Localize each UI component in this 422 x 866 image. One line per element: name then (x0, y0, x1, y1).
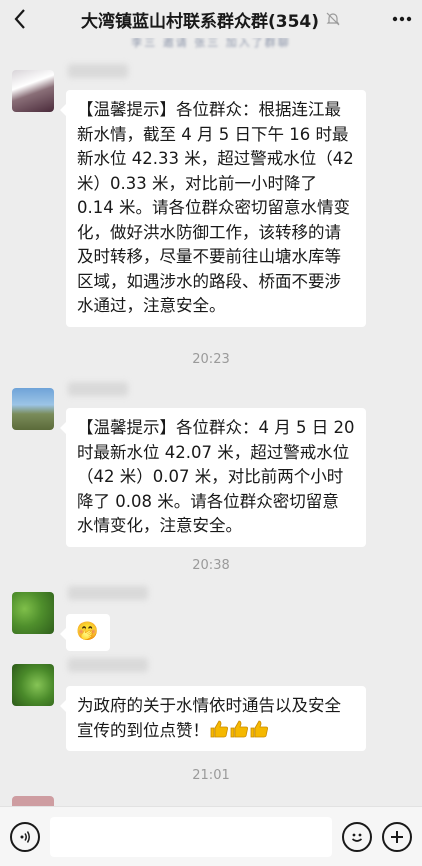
input-bar (0, 806, 422, 866)
chevron-left-icon (14, 9, 25, 29)
sender-name (68, 382, 128, 396)
ellipsis-icon (392, 16, 412, 22)
voice-icon (20, 830, 30, 843)
emoji-icon (351, 833, 363, 842)
sender-name (68, 64, 128, 78)
sender-name (68, 586, 148, 600)
message-input[interactable] (50, 816, 332, 857)
voice-button[interactable] (10, 821, 40, 852)
avatar[interactable] (12, 592, 54, 634)
bell-off-icon (326, 12, 340, 26)
avatar[interactable] (12, 388, 54, 430)
plus-icon (391, 830, 403, 843)
avatar[interactable] (12, 70, 54, 112)
message-bubble[interactable]: 为政府的关于水情依时通告以及安全宣传的到位点赞！ (60, 686, 366, 751)
chat-title-wrap: 大湾镇蓝山村联系群众群(354) (40, 7, 382, 32)
emoji-button[interactable] (342, 821, 372, 852)
message-bubble[interactable]: 【温馨提示】各位群众：根据连江最新水情，截至 4 月 5 日下午 16 时最新水… (60, 90, 366, 327)
back-button[interactable] (0, 0, 40, 38)
timestamp: 20:23 (192, 352, 230, 367)
timestamp: 20:38 (192, 558, 230, 573)
thumbs-up-icon (209, 720, 269, 740)
sender-name (68, 658, 148, 672)
chat-header: 大湾镇蓝山村联系群众群(354) (0, 0, 422, 38)
timestamp: 21:01 (192, 768, 230, 783)
chat-title: 大湾镇蓝山村联系群众群(354) (80, 11, 320, 32)
emoji-bubble[interactable]: 🤭 (60, 614, 110, 651)
avatar[interactable] (12, 664, 54, 706)
message-bubble[interactable]: 【温馨提示】各位群众：4 月 5 日 20 时最新水位 42.07 米，超过警戒… (60, 408, 366, 547)
more-button[interactable] (382, 0, 422, 38)
plus-button[interactable] (382, 821, 412, 852)
